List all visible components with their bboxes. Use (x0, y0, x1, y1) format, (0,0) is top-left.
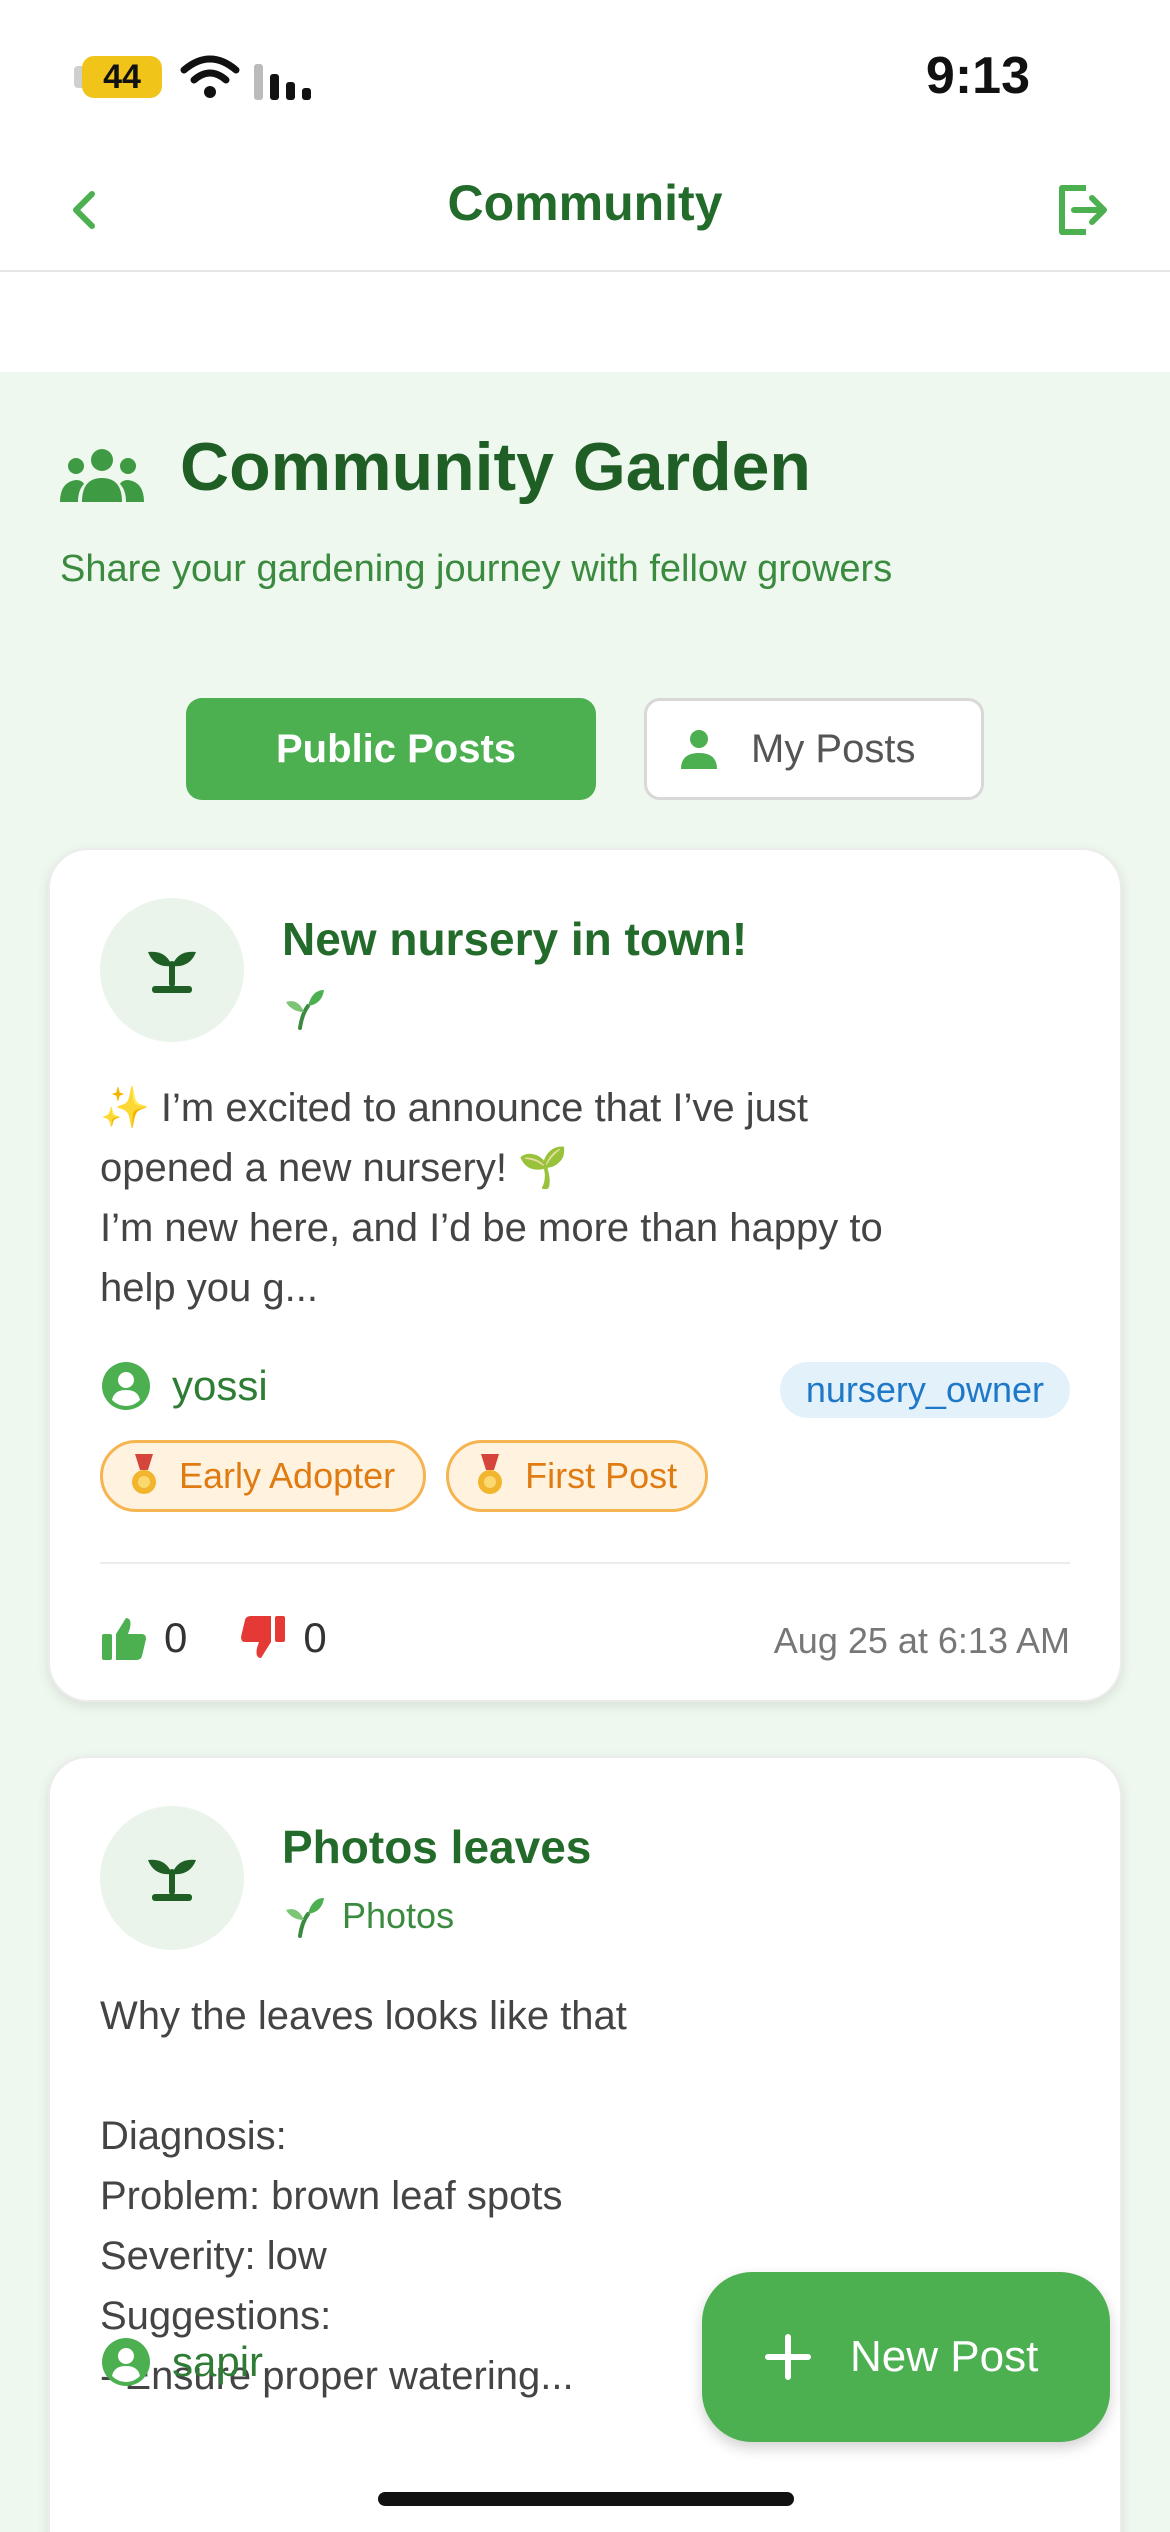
user-circle-icon (102, 2338, 150, 2386)
group-icon (60, 449, 144, 502)
battery-indicator: 44 (82, 56, 162, 98)
battery-cap (74, 66, 82, 88)
role-badge: nursery_owner (779, 1362, 1070, 1418)
plant-icon (148, 951, 196, 993)
tab-label: My Posts (751, 726, 916, 771)
post-body: ✨ I’m excited to announce that I’ve just… (100, 1086, 883, 1310)
screen: 44 9:13 Community Community Garden Share… (0, 0, 1170, 2532)
post-title[interactable]: New nursery in town! (282, 912, 747, 966)
badge-early-adopter: Early Adopter (100, 1440, 427, 1512)
badge-first-post: First Post (446, 1440, 709, 1512)
post-title[interactable]: Photos leaves (282, 1820, 591, 1874)
author-name: sapir (172, 2338, 264, 2385)
post-author[interactable]: sapir (100, 2336, 263, 2388)
badge-label: Early Adopter (179, 1455, 396, 1496)
achievement-badges: Early Adopter First Post (100, 1440, 728, 1512)
status-bar: 44 9:13 (0, 0, 1170, 150)
wifi-icon (180, 55, 240, 98)
thumbs-up-icon[interactable] (100, 1614, 148, 1662)
post-avatar (100, 898, 244, 1042)
post-card[interactable]: New nursery in town! ✨ I’m excited to an… (48, 848, 1122, 1702)
section-subtitle: Share your gardening journey with fellow… (60, 548, 893, 590)
thumbs-down-icon[interactable] (239, 1614, 287, 1662)
badge-label: First Post (525, 1455, 678, 1496)
community-content: Community Garden Share your gardening jo… (0, 372, 1170, 2532)
dislike-count: 0 (303, 1614, 327, 1661)
card-divider (100, 1562, 1070, 1564)
user-circle-icon (102, 1362, 150, 1410)
post-avatar (100, 1806, 244, 1950)
cellular-signal-icon (254, 64, 311, 100)
medal-icon (478, 1454, 503, 1494)
medal-icon (132, 1454, 156, 1494)
like-count: 0 (164, 1614, 188, 1661)
logout-icon[interactable] (1050, 178, 1114, 242)
post-author[interactable]: yossi (100, 1360, 268, 1412)
status-time: 9:13 (925, 47, 1030, 105)
vote-bar: 0 0 (100, 1614, 379, 1662)
tab-label: Public Posts (275, 726, 517, 771)
new-post-label: New Post (850, 2332, 1039, 2381)
section-title: Community Garden (180, 429, 811, 505)
tab-my-posts[interactable]: My Posts (644, 698, 984, 800)
post-category (282, 986, 342, 1030)
tab-public-posts[interactable]: Public Posts (186, 698, 596, 800)
author-name: yossi (172, 1362, 268, 1409)
plant-icon (148, 1859, 196, 1901)
sprout-icon (286, 990, 324, 1030)
new-post-button[interactable]: New Post (702, 2272, 1110, 2442)
person-icon (681, 730, 717, 769)
plus-icon (765, 2334, 811, 2380)
post-timestamp: Aug 25 at 6:13 AM (773, 1620, 1070, 1661)
header-spacer (0, 272, 1170, 372)
post-category-label: Photos (342, 1895, 455, 1936)
sprout-icon (286, 1898, 324, 1938)
post-category: Photos (282, 1894, 454, 1938)
nav-bar: Community (0, 150, 1170, 272)
home-indicator[interactable] (378, 2492, 794, 2506)
page-title: Community (447, 175, 723, 231)
